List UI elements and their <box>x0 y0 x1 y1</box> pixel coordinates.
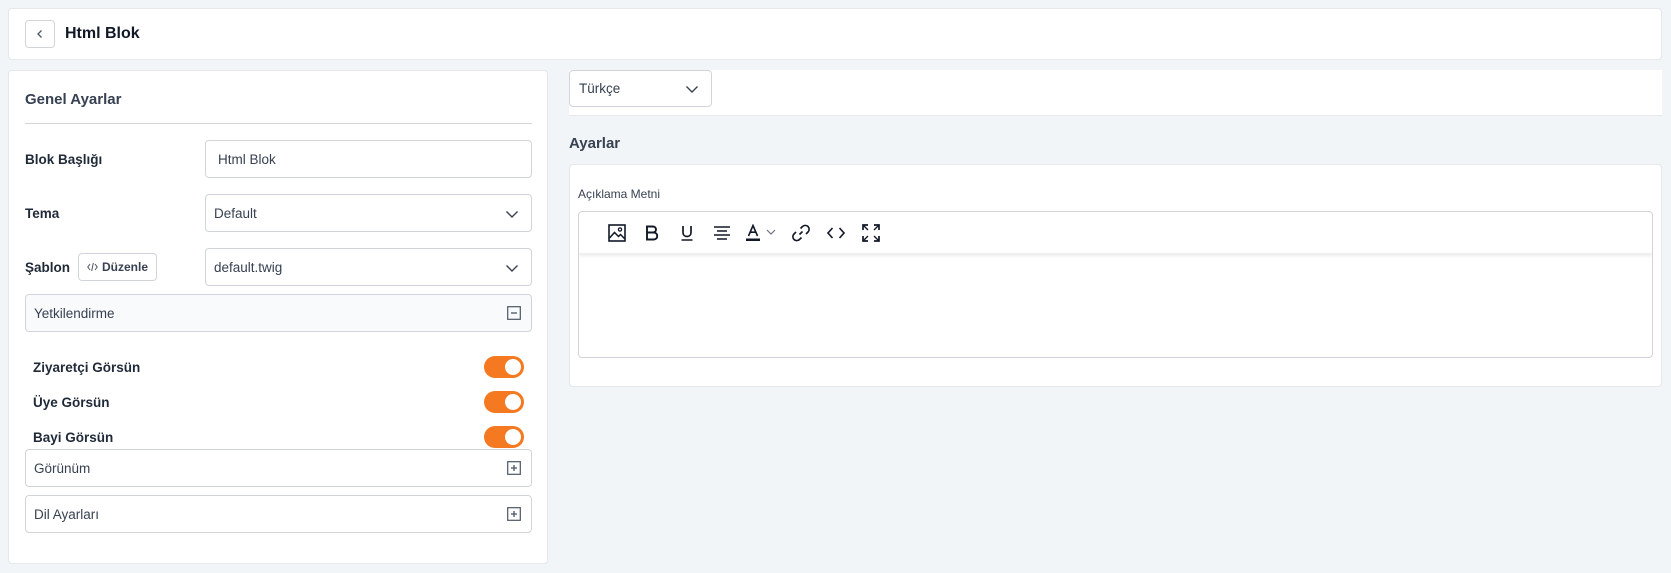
image-icon <box>607 223 626 242</box>
appearance-collapse-header[interactable]: Görünüm <box>25 449 532 487</box>
language-settings-collapse-header[interactable]: Dil Ayarları <box>25 495 532 533</box>
toggle-row-dealer: Bayi Görsün <box>33 424 524 450</box>
fullscreen-button[interactable] <box>853 218 888 248</box>
plus-square-icon[interactable] <box>507 507 521 521</box>
appearance-title: Görünüm <box>34 460 91 476</box>
template-label: Şablon <box>25 259 71 275</box>
block-title-row: Blok Başlığı Html Blok <box>25 140 532 178</box>
language-settings-title: Dil Ayarları <box>34 506 100 522</box>
theme-value: Default <box>214 205 257 221</box>
chevron-down-icon <box>506 265 518 272</box>
authorization-title: Yetkilendirme <box>34 305 115 321</box>
general-settings-title: Genel Ayarlar <box>25 91 122 108</box>
member-visible-label: Üye Görsün <box>33 394 110 410</box>
dealer-visible-label: Bayi Görsün <box>33 429 114 445</box>
language-select[interactable]: Türkçe <box>569 70 712 107</box>
block-title-value: Html Blok <box>218 151 276 167</box>
language-strip: Türkçe <box>569 70 1662 116</box>
toggle-row-visitor: Ziyaretçi Görsün <box>33 354 524 380</box>
theme-select[interactable]: Default <box>205 194 532 232</box>
member-visible-toggle[interactable] <box>484 391 524 413</box>
plus-square-icon[interactable] <box>507 461 521 475</box>
edit-template-button[interactable]: Düzenle <box>78 253 158 281</box>
code-icon <box>826 226 845 239</box>
fullscreen-icon <box>861 223 880 242</box>
insert-link-button[interactable] <box>783 218 818 248</box>
text-color-icon <box>746 223 776 241</box>
settings-card: Açıklama Metni <box>569 164 1662 387</box>
theme-label: Tema <box>25 205 60 221</box>
visitor-visible-toggle[interactable] <box>484 356 524 378</box>
minus-square-icon[interactable] <box>507 306 521 320</box>
underline-button[interactable] <box>669 218 704 248</box>
editor-content-area[interactable] <box>579 254 1652 357</box>
visitor-visible-label: Ziyaretçi Görsün <box>33 359 141 375</box>
toggle-knob <box>505 394 521 410</box>
chevron-down-icon <box>686 86 698 93</box>
dealer-visible-toggle[interactable] <box>484 426 524 448</box>
page-header: Html Blok <box>8 8 1662 60</box>
section-divider <box>25 123 532 124</box>
general-settings-card: Genel Ayarlar Blok Başlığı Html Blok Tem… <box>8 70 548 564</box>
description-label: Açıklama Metni <box>578 187 661 201</box>
back-button[interactable] <box>25 20 55 48</box>
link-icon <box>791 224 810 241</box>
align-center-icon <box>713 225 730 240</box>
theme-row: Tema Default <box>25 194 532 232</box>
insert-image-button[interactable] <box>599 218 634 248</box>
chevron-down-icon <box>506 211 518 218</box>
block-title-input[interactable]: Html Blok <box>205 140 532 178</box>
authorization-collapse-header[interactable]: Yetkilendirme <box>25 294 532 332</box>
settings-title: Ayarlar <box>569 135 621 152</box>
bold-icon <box>645 225 658 240</box>
page-title: Html Blok <box>65 25 140 42</box>
text-color-button[interactable] <box>739 218 783 248</box>
language-value: Türkçe <box>579 81 621 96</box>
template-value: default.twig <box>214 259 283 275</box>
bold-button[interactable] <box>634 218 669 248</box>
block-title-label: Blok Başlığı <box>25 151 103 167</box>
template-row: Şablon Düzenle default.twig <box>25 248 532 286</box>
edit-template-label: Düzenle <box>102 260 149 274</box>
template-select[interactable]: default.twig <box>205 248 532 286</box>
code-icon <box>87 262 98 272</box>
align-center-button[interactable] <box>704 218 739 248</box>
toggle-row-member: Üye Görsün <box>33 389 524 415</box>
underline-icon <box>681 225 692 241</box>
chevron-left-icon <box>37 30 42 38</box>
editor-toolbar <box>579 212 1652 254</box>
source-code-button[interactable] <box>818 218 853 248</box>
toggle-knob <box>505 429 521 445</box>
toggle-knob <box>505 359 521 375</box>
rich-text-editor <box>578 211 1653 358</box>
